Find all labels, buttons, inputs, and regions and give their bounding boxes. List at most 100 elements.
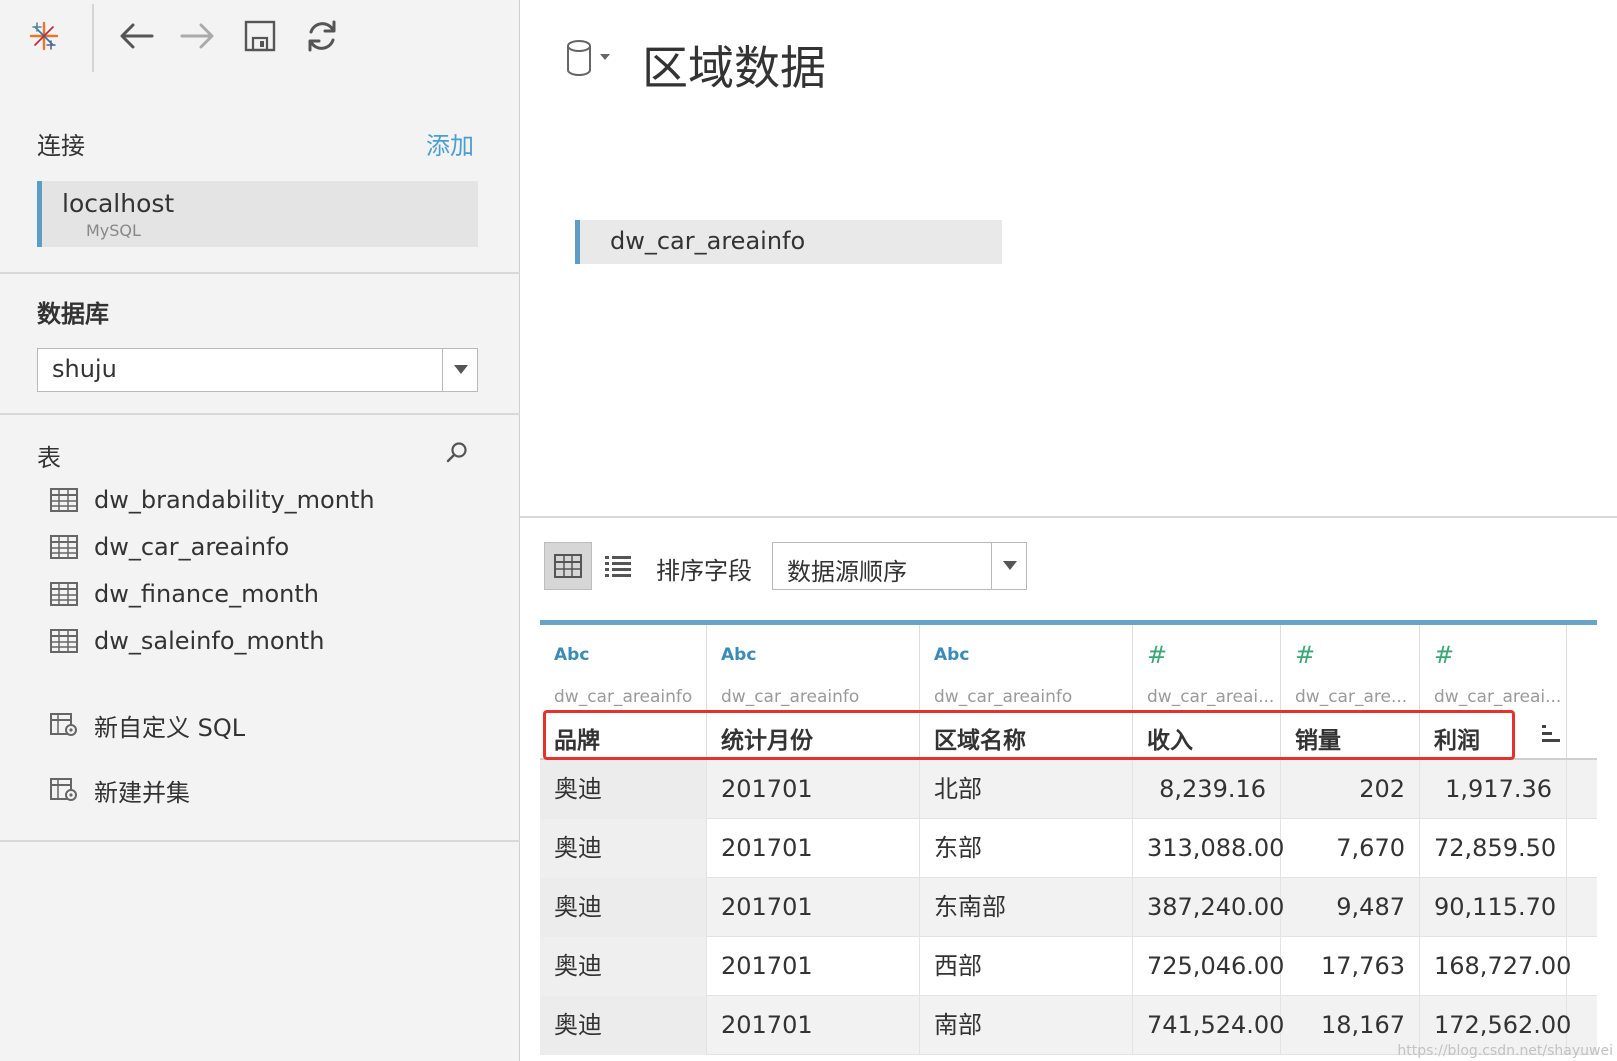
table-cell: 东南部 [920,878,1133,937]
column-header[interactable]: Abc dw_car_areainfo 区域名称 [920,625,1133,758]
sort-fields-label: 排序字段 [656,557,752,585]
string-type-icon[interactable]: Abc [721,645,756,665]
table-row: 奥迪 201701 东南部 387,240.00 9,487 90,115.70 [540,878,1597,937]
column-name[interactable]: 统计月份 [721,721,813,755]
table-cell: 387,240.00 [1133,878,1284,937]
table-item-dw-brandability-month[interactable]: dw_brandability_month [50,481,375,519]
column-name[interactable]: 收入 [1147,721,1193,755]
number-type-icon[interactable]: # [1147,641,1167,669]
table-cell: 1,917.36 [1420,760,1567,819]
table-cell: 90,115.70 [1420,878,1567,937]
new-union-item[interactable]: 新建并集 [50,771,190,809]
column-name[interactable]: 品牌 [554,721,600,755]
table-cell: 奥迪 [540,878,707,937]
table-cell: 313,088.00 [1133,819,1284,878]
database-select[interactable]: shuju [37,348,478,392]
table-item-dw-finance-month[interactable]: dw_finance_month [50,575,319,613]
column-source-table: dw_car_areai... [1434,687,1562,707]
grid-body: 奥迪 201701 北部 8,239.16 202 1,917.36 奥迪 201701 东部 3… [540,760,1597,1055]
canvas-table-dw-car-areainfo[interactable]: dw_car_areainfo [575,220,1002,264]
tables-label: 表 [37,444,61,472]
table-cell: 201701 [707,878,920,937]
column-header[interactable]: Abc dw_car_areainfo 统计月份 [707,625,920,758]
watermark-text: https://blog.csdn.net/shayuwei [1397,1043,1613,1059]
table-item-dw-saleinfo-month[interactable]: dw_saleinfo_month [50,622,324,660]
table-cell: 202 [1281,760,1420,819]
refresh-icon[interactable] [300,14,344,58]
custom-sql-icon [50,713,77,736]
save-icon[interactable] [238,14,282,58]
new-custom-sql-item[interactable]: 新自定义 SQL [50,706,245,744]
tableau-logo-icon[interactable] [22,14,66,58]
table-item-label: dw_saleinfo_month [94,627,325,655]
union-icon [50,778,77,801]
column-source-table: dw_car_areainfo [554,687,693,707]
data-grid: Abc dw_car_areainfo 品牌 Abc dw_car_areainfo 统计… [540,620,1597,1055]
column-header[interactable]: # dw_car_are... 销量 [1281,625,1420,758]
column-header[interactable]: # dw_car_areai... 收入 [1133,625,1281,758]
page-title[interactable]: 区域数据 [642,32,826,98]
back-arrow-icon[interactable] [114,14,158,58]
grid-toolbar: 排序字段 数据源顺序 [544,542,1027,590]
table-item-label: dw_finance_month [94,580,319,608]
chevron-down-icon [1003,561,1017,570]
sort-order-icon[interactable] [1540,723,1566,747]
sidebar-divider [0,413,520,415]
table-icon [50,582,78,606]
column-name[interactable]: 销量 [1295,721,1341,755]
list-view-button[interactable] [602,550,634,582]
string-type-icon[interactable]: Abc [554,645,589,665]
sort-fields-select[interactable]: 数据源顺序 [772,542,1027,590]
table-item-dw-car-areainfo[interactable]: dw_car_areainfo [50,528,289,566]
grid-header: Abc dw_car_areainfo 品牌 Abc dw_car_areainfo 统计… [540,620,1597,760]
table-row: 奥迪 201701 东部 313,088.00 7,670 72,859.50 [540,819,1597,878]
list-view-icon [605,556,631,577]
table-cell: 8,239.16 [1133,760,1281,819]
database-select-value: shuju [52,355,117,383]
main-area: 区域数据 dw_car_areainfo 排序字段 数据源顺序 Abc dw_ca… [520,0,1617,1061]
connection-card-localhost[interactable]: localhost MySQL [37,181,478,247]
top-toolbar [0,0,520,80]
table-cell: 奥迪 [540,937,707,996]
column-header[interactable]: Abc dw_car_areainfo 品牌 [540,625,707,758]
search-icon[interactable] [444,440,470,466]
table-cell: 北部 [920,760,1133,819]
grid-view-icon [554,554,582,578]
connection-type: MySQL [86,221,141,240]
column-name[interactable]: 区域名称 [934,721,1026,755]
table-cell: 72,859.50 [1420,819,1567,878]
table-cell: 奥迪 [540,996,707,1055]
table-cell: 东部 [920,819,1133,878]
sidebar-divider [0,840,520,842]
grid-view-button[interactable] [544,542,592,590]
table-cell: 17,763 [1281,937,1420,996]
table-cell: 725,046.00 [1133,937,1284,996]
datasource-icon[interactable] [564,38,614,78]
string-type-icon[interactable]: Abc [934,645,969,665]
table-row: 奥迪 201701 北部 8,239.16 202 1,917.36 [540,760,1597,819]
add-connection-link[interactable]: 添加 [426,126,474,161]
number-type-icon[interactable]: # [1434,641,1454,669]
table-icon [50,535,78,559]
number-type-icon[interactable]: # [1295,641,1315,669]
column-name[interactable]: 利润 [1434,721,1480,755]
table-icon [50,629,78,653]
left-sidebar: 连接 添加 localhost MySQL 数据库 shuju 表 dw_bra… [0,0,520,1061]
table-icon [50,488,78,512]
forward-arrow-icon[interactable] [176,14,220,58]
column-source-table: dw_car_areai... [1147,687,1275,707]
chevron-down-icon [454,365,468,374]
column-source-table: dw_car_areainfo [934,687,1073,707]
new-union-label: 新建并集 [94,778,190,807]
table-cell: 201701 [707,760,920,819]
connection-name: localhost [62,189,175,218]
canvas-table-label: dw_car_areainfo [610,227,806,255]
table-cell: 奥迪 [540,760,707,819]
connections-label: 连接 [37,132,85,160]
table-item-label: dw_brandability_month [94,486,375,514]
table-cell: 201701 [707,819,920,878]
toolbar-separator [92,4,94,72]
table-cell: 南部 [920,996,1133,1055]
new-custom-sql-label: 新自定义 SQL [94,713,246,742]
table-cell: 奥迪 [540,819,707,878]
